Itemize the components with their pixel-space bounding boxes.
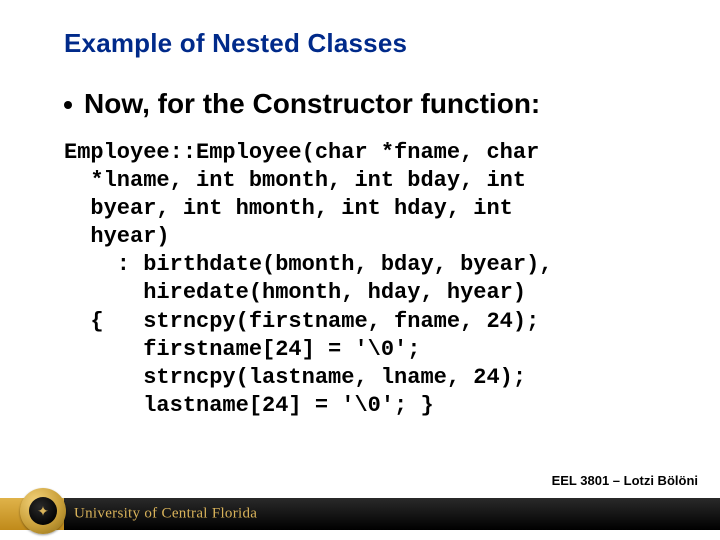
slide: Example of Nested Classes Now, for the C… <box>0 0 720 540</box>
footer: University of Central Florida ✦ <box>0 486 720 540</box>
university-name: University of Central Florida <box>74 506 257 523</box>
bullet-text: Now, for the Constructor function: <box>84 87 540 121</box>
bullet-item: Now, for the Constructor function: <box>64 87 672 121</box>
footer-bar-black: University of Central Florida <box>64 498 720 530</box>
footer-bar: University of Central Florida <box>0 498 720 530</box>
ucf-seal-icon: ✦ <box>20 488 66 534</box>
bullet-dot-icon <box>64 101 72 109</box>
code-block: Employee::Employee(char *fname, char *ln… <box>64 139 672 421</box>
slide-title: Example of Nested Classes <box>64 28 672 59</box>
